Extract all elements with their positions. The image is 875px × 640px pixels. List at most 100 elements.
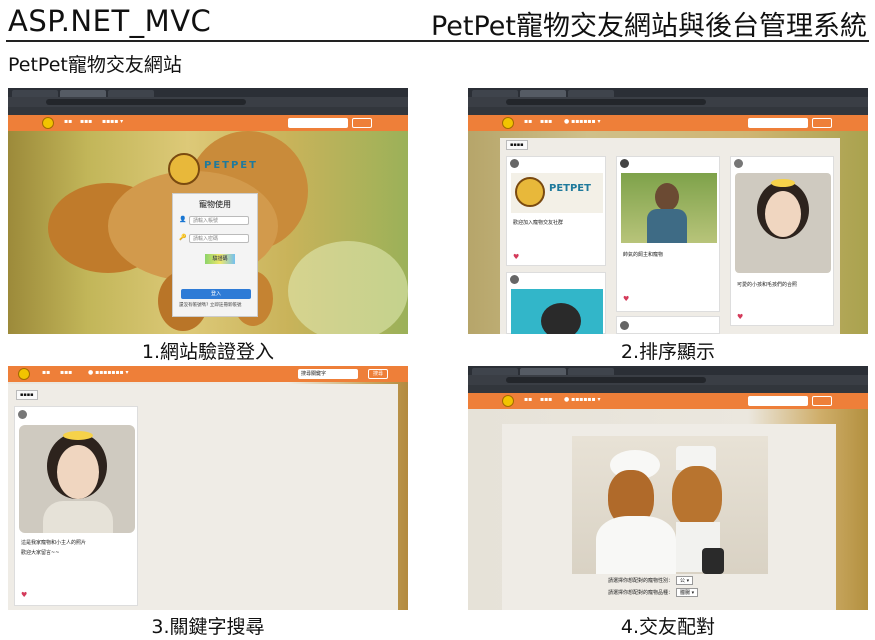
user-menu[interactable]: ● ▪▪▪▪▪▪ ▾ <box>564 396 600 403</box>
site-logo-icon[interactable] <box>502 395 514 407</box>
search-button[interactable]: 搜尋 <box>368 369 388 379</box>
browser-tab[interactable] <box>568 90 614 97</box>
post-text: 歡迎加入寵物交友社群 <box>513 220 564 226</box>
nav-search-input[interactable] <box>288 118 348 128</box>
header-right-title: PetPet寵物交友網站與後台管理系統 <box>430 11 867 42</box>
url-field[interactable] <box>506 99 706 105</box>
post-card[interactable] <box>506 272 606 334</box>
screenshot-pet-matching: ▪▪ ▪▪▪ ● ▪▪▪▪▪▪ ▾ 請選擇你想配對的寵物性別：公 ▾ 請選擇你想… <box>468 366 868 610</box>
browser-tab[interactable] <box>108 90 154 97</box>
browser-tab-bar <box>468 88 868 97</box>
captcha-image: 驗證碼 <box>205 254 235 264</box>
caption-matching: 4.交友配對 <box>620 616 716 638</box>
nav-search-button[interactable] <box>352 118 372 128</box>
browser-tab-bar <box>8 88 408 97</box>
nav-link[interactable]: ▪▪▪ <box>540 118 552 125</box>
browser-tab[interactable] <box>472 90 518 97</box>
site-nav-bar: ▪▪ ▪▪▪ ▪▪▪▪ ▾ <box>8 115 408 131</box>
browser-tab[interactable] <box>472 368 518 375</box>
screenshot-login: ▪▪ ▪▪▪ ▪▪▪▪ ▾ PETPET 寵物使用 👤 請輸入帳號 🔑 請輸入密… <box>8 88 408 334</box>
caption-sort: 2.排序顯示 <box>620 341 716 363</box>
bookmarks-bar <box>468 107 868 115</box>
results-container: ▪▪▪▪ 這是我家寵物和小主人的照片 歡迎大家留言~~ ♥ <box>8 384 398 610</box>
nav-link[interactable]: ▪▪▪ <box>540 396 552 403</box>
caption-login: 1.網站驗證登入 <box>141 341 275 363</box>
caption-search: 3.關鍵字搜尋 <box>151 616 265 638</box>
search-input[interactable]: 搜尋關鍵字 <box>298 369 358 379</box>
nav-link[interactable]: ▪▪▪ <box>60 369 72 376</box>
login-button[interactable]: 登入 <box>181 289 251 299</box>
post-card[interactable]: 這是我家寵物和小主人的照片 歡迎大家留言~~ ♥ <box>14 406 138 606</box>
site-logo-icon[interactable] <box>502 117 514 129</box>
bookmarks-bar <box>8 107 408 115</box>
sort-button[interactable]: ▪▪▪▪ <box>16 390 38 400</box>
nav-link[interactable]: ▪▪ <box>42 369 50 376</box>
browser-tab[interactable] <box>520 90 566 97</box>
post-card[interactable]: 可愛的小孩和毛孩們的合照 ♥ <box>730 156 834 326</box>
gender-select-row: 請選擇你想配對的寵物性別：公 ▾ <box>608 576 694 585</box>
bookmarks-bar <box>468 385 868 393</box>
child-photo <box>19 425 135 533</box>
login-title: 寵物使用 <box>199 200 231 209</box>
pug-photo <box>511 289 603 334</box>
browser-tab-bar <box>468 366 868 375</box>
url-field[interactable] <box>506 377 706 383</box>
user-menu[interactable]: ● ▪▪▪▪▪▪ ▾ <box>564 118 600 125</box>
site-nav-bar: ▪▪ ▪▪▪ ● ▪▪▪▪▪▪ ▾ <box>468 115 868 131</box>
feed-container: ▪▪▪▪ PETPET 歡迎加入寵物交友社群 ♥ 帥氣的飼主和寵物 ♥ 可愛的小… <box>500 138 840 334</box>
post-card[interactable] <box>616 316 720 334</box>
url-field[interactable] <box>46 99 246 105</box>
post-card[interactable]: 帥氣的飼主和寵物 ♥ <box>616 156 720 312</box>
nav-search-input[interactable] <box>748 396 808 406</box>
site-nav-bar: ▪▪ ▪▪▪ ● ▪▪▪▪▪▪▪ ▾ 搜尋關鍵字 搜尋 <box>8 366 408 382</box>
sort-button[interactable]: ▪▪▪▪ <box>506 140 528 150</box>
site-nav-bar: ▪▪ ▪▪▪ ● ▪▪▪▪▪▪ ▾ <box>468 393 868 409</box>
nav-search-button[interactable] <box>812 118 832 128</box>
breed-select-row: 請選擇你想配對的寵物品種： 臘腸 ▾ <box>608 588 699 597</box>
password-input[interactable]: 請輸入密碼 <box>189 234 249 243</box>
browser-url-bar <box>8 97 408 107</box>
nav-link[interactable]: ▪▪ <box>64 118 72 125</box>
header-left-title: ASP.NET_MVC <box>8 4 212 38</box>
user-icon: 👤 <box>179 216 187 223</box>
post-card[interactable]: PETPET 歡迎加入寵物交友社群 ♥ <box>506 156 606 266</box>
login-card: 寵物使用 👤 請輸入帳號 🔑 請輸入密碼 驗證碼 登入 還沒有帳號嗎? 立即註冊… <box>172 193 258 317</box>
heart-icon[interactable]: ♥ <box>737 313 743 321</box>
nav-search-button[interactable] <box>812 396 832 406</box>
nav-link[interactable]: ▪▪ <box>524 118 532 125</box>
screenshot-sorted-feed: ▪▪ ▪▪▪ ● ▪▪▪▪▪▪ ▾ ▪▪▪▪ PETPET 歡迎加入寵物交友社群… <box>468 88 868 334</box>
breed-select[interactable]: 臘腸 ▾ <box>676 588 699 597</box>
heart-icon[interactable]: ♥ <box>513 253 519 261</box>
site-logo-icon[interactable] <box>42 117 54 129</box>
key-icon: 🔑 <box>179 234 187 241</box>
owner-photo <box>621 173 717 243</box>
heart-icon[interactable]: ♥ <box>21 591 27 599</box>
post-text: 這是我家寵物和小主人的照片 <box>21 540 87 546</box>
browser-url-bar <box>468 97 868 107</box>
nav-link[interactable]: ▪▪ <box>524 396 532 403</box>
petpet-logo-icon <box>168 153 200 185</box>
nav-link[interactable]: ▪▪▪▪ ▾ <box>102 118 123 125</box>
browser-tab[interactable] <box>12 90 58 97</box>
account-input[interactable]: 請輸入帳號 <box>189 216 249 225</box>
gender-select-label: 請選擇你想配對的寵物性別： <box>608 578 674 584</box>
post-text: 可愛的小孩和毛孩們的合照 <box>737 282 798 288</box>
heart-icon[interactable]: ♥ <box>623 295 629 303</box>
user-menu[interactable]: ● ▪▪▪▪▪▪▪ ▾ <box>88 369 129 376</box>
child-photo <box>735 173 831 273</box>
petpet-logo-image: PETPET <box>511 173 603 213</box>
post-subtext: 歡迎大家留言~~ <box>21 550 60 556</box>
browser-tab[interactable] <box>520 368 566 375</box>
browser-tab[interactable] <box>568 368 614 375</box>
nav-link[interactable]: ▪▪▪ <box>80 118 92 125</box>
page-subtitle: PetPet寵物交友網站 <box>8 54 182 76</box>
register-link[interactable]: 還沒有帳號嗎? 立即註冊新帳號 <box>179 302 241 308</box>
site-logo-icon[interactable] <box>18 368 30 380</box>
nav-search-input[interactable] <box>748 118 808 128</box>
browser-tab[interactable] <box>60 90 106 97</box>
browser-url-bar <box>468 375 868 385</box>
post-text: 帥氣的飼主和寵物 <box>623 252 664 258</box>
brand-wordmark: PETPET <box>204 160 258 171</box>
breed-select-label: 請選擇你想配對的寵物品種： <box>608 590 674 596</box>
gender-select[interactable]: 公 ▾ <box>676 576 694 585</box>
